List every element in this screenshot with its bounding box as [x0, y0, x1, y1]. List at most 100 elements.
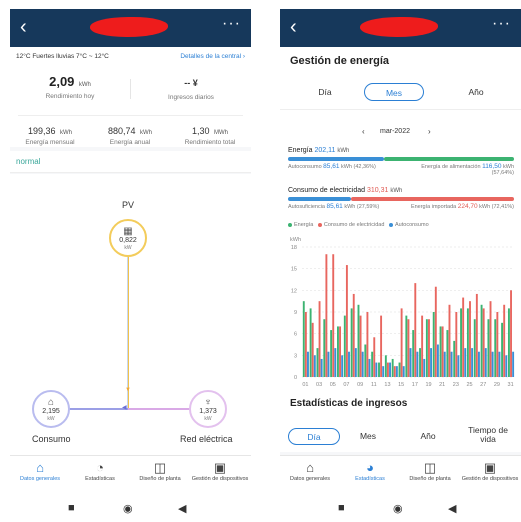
importada-row: Energía importada 224,70 kWh (72,41%)	[411, 203, 514, 210]
plant-details-link[interactable]: Detalles de la central ›	[180, 53, 245, 60]
nav-label: Estadísticas	[355, 476, 385, 482]
autosuficiencia-label: Autosuficiencia	[288, 204, 325, 210]
bar-energ-a	[412, 330, 415, 377]
bar-consumo-de-electricidad	[373, 337, 376, 377]
grid-label: Red eléctrica	[180, 434, 233, 444]
bar-consumo-de-electricidad	[352, 293, 355, 377]
next-period-icon[interactable]: ›	[428, 127, 431, 136]
consumo-flow-line	[66, 408, 128, 410]
bar-energ-a	[432, 312, 435, 377]
yield-today: 2,09 kWh Rendimiento hoy	[10, 73, 130, 100]
back-triangle-icon[interactable]: ◀	[178, 502, 186, 515]
nav-overview[interactable]: ⌂ Datos generales	[280, 460, 340, 483]
legend-dot-icon	[389, 222, 393, 227]
consumo-row: Consumo de electricidad 310,31 kWh	[288, 187, 402, 194]
nav-label: Estadísticas	[85, 476, 115, 482]
annual-value: 880,74	[108, 126, 136, 136]
bar-consumo-de-electricidad	[475, 293, 478, 377]
nav-plant-layout[interactable]: ◫ Diseño de planta	[400, 460, 460, 483]
legend-energia[interactable]: Energía	[288, 222, 313, 228]
home-circle-icon[interactable]: ◉	[393, 502, 403, 515]
bar-consumo-de-electricidad	[400, 308, 403, 377]
solar-panel-icon: ▦	[123, 226, 133, 237]
income-tab-year[interactable]: Año	[402, 428, 454, 445]
bar-consumo-de-electricidad	[469, 301, 471, 377]
x-tick-label: 19	[425, 382, 431, 388]
yield-today-unit: kWh	[78, 82, 91, 88]
bar-energ-a	[350, 308, 353, 377]
period-tabs: Día Mes Año	[280, 75, 521, 105]
bar-autoconsumo	[436, 344, 439, 377]
back-arrow-icon[interactable]: ‹	[290, 16, 297, 38]
grid-node[interactable]: ♆ 1,373 kW	[189, 390, 227, 428]
energia-label: Energía	[288, 147, 313, 154]
x-tick-label: 21	[439, 382, 445, 388]
consumo-node[interactable]: ⌂ 2,195 kW	[32, 390, 70, 428]
tab-year[interactable]: Año	[446, 83, 506, 101]
income-tab-day[interactable]: Día	[288, 428, 340, 445]
home-icon: ⌂	[306, 460, 314, 475]
autosuficiencia-bar	[288, 197, 351, 201]
nav-devices[interactable]: ▣ Gestión de dispositivos	[460, 460, 520, 483]
phone-overview-screen: ‹ ··· 12°C Fuertes lluvias 7°C ~ 12°C De…	[10, 9, 251, 522]
x-tick-label: 17	[412, 382, 418, 388]
importada-label: Energía importada	[410, 204, 457, 210]
bar-consumo-de-electricidad	[339, 326, 342, 377]
legend-autoconsumo[interactable]: Autoconsumo	[389, 222, 429, 228]
recent-apps-icon[interactable]: ■	[338, 502, 345, 514]
income-tab-month[interactable]: Mes	[342, 428, 394, 445]
bar-consumo-de-electricidad	[434, 286, 437, 377]
recent-apps-icon[interactable]: ■	[68, 502, 75, 514]
alimentacion-pct: (57,64%)	[491, 170, 514, 176]
bar-consumo-de-electricidad	[304, 312, 307, 377]
legend-consumo[interactable]: Consumo de electricidad	[317, 222, 384, 228]
home-icon: ⌂	[36, 460, 44, 475]
bar-energ-a	[398, 362, 401, 377]
prev-period-icon[interactable]: ‹	[362, 127, 365, 136]
annual-label: Energía anual	[109, 139, 151, 146]
home-circle-icon[interactable]: ◉	[123, 502, 133, 515]
status-text: normal	[16, 157, 41, 166]
bar-consumo-de-electricidad	[462, 297, 465, 377]
layout-icon: ◫	[153, 460, 167, 475]
autoconsumo-value: 85,61	[323, 163, 340, 170]
pv-flow-line-inner	[127, 235, 128, 409]
grid-value: 1,373	[199, 408, 217, 415]
grid-unit: kW	[204, 416, 212, 422]
nav-devices[interactable]: ▣ Gestión de dispositivos	[190, 460, 250, 483]
total-value: 1,30	[192, 126, 210, 136]
divider	[280, 109, 521, 110]
bar-autoconsumo	[334, 348, 337, 377]
bar-autoconsumo	[361, 351, 364, 377]
bar-energ-a	[446, 330, 449, 377]
back-arrow-icon[interactable]: ‹	[20, 16, 27, 38]
bar-autoconsumo	[348, 351, 350, 377]
tab-day[interactable]: Día	[295, 83, 355, 101]
y-tick-label: 18	[291, 245, 297, 251]
nav-statistics[interactable]: ◕ Estadísticas	[340, 460, 400, 483]
period-label[interactable]: mar-2022	[370, 128, 420, 135]
nav-statistics[interactable]: ◔ Estadísticas	[70, 460, 130, 483]
bar-energ-a	[473, 319, 476, 377]
back-triangle-icon[interactable]: ◀	[448, 502, 456, 515]
nav-label: Gestión de dispositivos	[461, 476, 519, 482]
bar-consumo-de-electricidad	[380, 315, 383, 377]
bar-consumo-de-electricidad	[407, 319, 410, 377]
bar-consumo-de-electricidad	[421, 315, 424, 377]
grid-flow-line	[128, 408, 191, 410]
bar-consumo-de-electricidad	[332, 254, 335, 377]
nav-label: Datos generales	[19, 476, 61, 482]
tab-month[interactable]: Mes	[364, 83, 424, 101]
system-nav-bar: ■ ◉ ◀	[280, 495, 521, 522]
nav-overview[interactable]: ⌂ Datos generales	[10, 460, 70, 483]
more-options-icon[interactable]: ···	[222, 15, 241, 33]
nav-label: Gestión de dispositivos	[191, 476, 249, 482]
consumo-label: Consumo	[32, 434, 71, 444]
legend-label: Energía	[294, 222, 314, 228]
nav-plant-layout[interactable]: ◫ Diseño de planta	[130, 460, 190, 483]
more-options-icon[interactable]: ···	[492, 15, 511, 33]
income-tab-lifetime[interactable]: Tiempo de vida	[460, 422, 516, 450]
bar-autoconsumo	[505, 355, 508, 377]
pv-node[interactable]: ▦ 0,822 kW	[109, 219, 147, 257]
bar-autoconsumo	[327, 351, 330, 377]
